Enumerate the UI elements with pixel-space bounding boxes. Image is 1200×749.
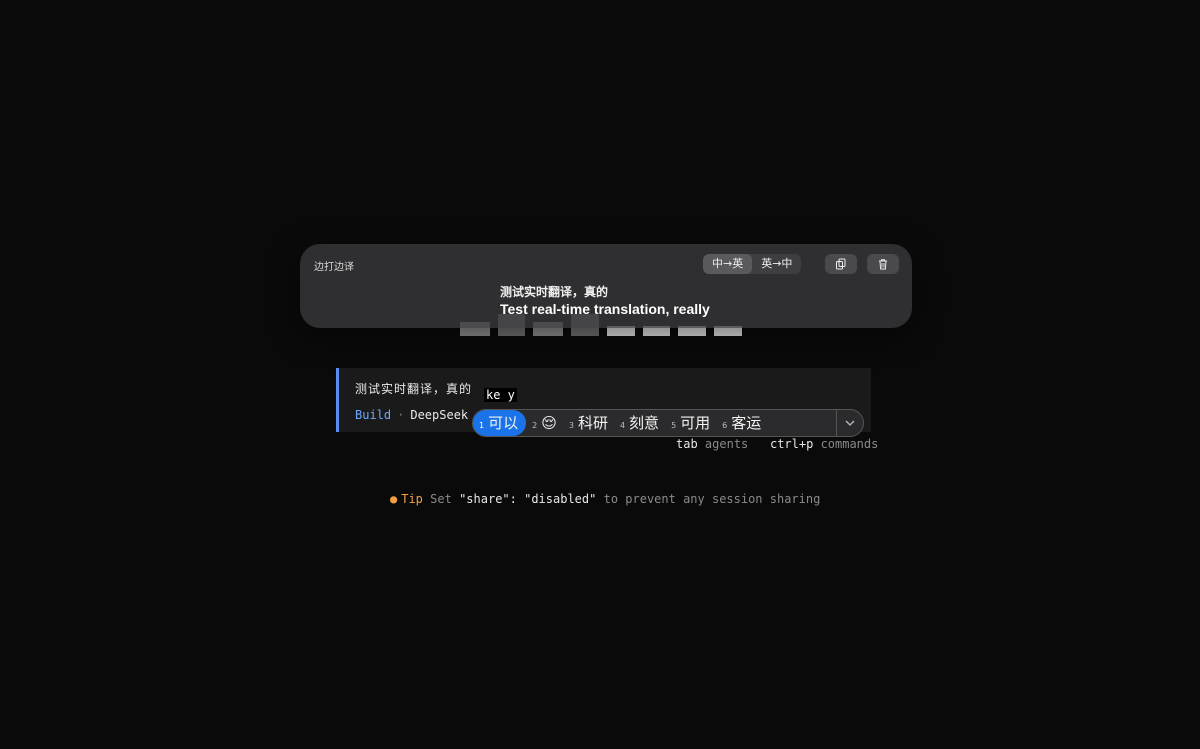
copy-button[interactable] bbox=[825, 254, 857, 274]
chevron-down-icon bbox=[845, 420, 855, 426]
panel-title: 边打边译 bbox=[314, 262, 354, 273]
tip-label: Tip bbox=[401, 492, 423, 506]
direction-en-zh[interactable]: 英→中 bbox=[752, 254, 801, 274]
translation-panel: 边打边译 中→英 英→中 测试实时翻译，真的 Test real-time tr… bbox=[300, 244, 912, 328]
tip-text-b: to prevent any session sharing bbox=[603, 492, 821, 506]
commands-label: commands bbox=[820, 437, 879, 451]
tip-code: "share": "disabled" bbox=[459, 492, 597, 506]
ime-candidate[interactable]: 1 可以 bbox=[473, 410, 527, 436]
ime-candidate[interactable]: 3 科研 bbox=[563, 410, 614, 436]
commands-key: ctrl+p bbox=[769, 437, 814, 451]
ime-candidate-bar: 1 可以 2 😌 3 科研 4 刻意 5 可用 6 客运 bbox=[472, 409, 864, 437]
tip-dot-icon: ● bbox=[390, 492, 398, 506]
ime-candidate[interactable]: 5 可用 bbox=[665, 410, 716, 436]
candidate-number: 6 bbox=[722, 421, 728, 430]
trash-icon bbox=[879, 259, 887, 270]
candidate-text: 刻意 bbox=[629, 414, 660, 432]
candidate-number: 3 bbox=[568, 421, 574, 430]
candidate-number: 4 bbox=[619, 421, 626, 430]
direction-zh-en[interactable]: 中→英 bbox=[703, 254, 753, 274]
mode-row: Build · DeepSeek bbox=[355, 408, 468, 422]
candidate-text: 可以 bbox=[488, 414, 519, 432]
candidate-text: 科研 bbox=[577, 414, 608, 432]
candidate-text: 可用 bbox=[680, 414, 711, 432]
prompt-text: 测试实时翻译，真的 bbox=[355, 382, 473, 396]
screen: 边打边译 中→英 英→中 测试实时翻译，真的 Test real-time tr… bbox=[0, 0, 1200, 749]
delete-button[interactable] bbox=[867, 254, 899, 274]
candidate-text: 客运 bbox=[731, 414, 762, 432]
separator-dot: · bbox=[397, 408, 405, 422]
candidate-number: 5 bbox=[671, 421, 677, 430]
tip-text-a: Set bbox=[430, 492, 452, 506]
model-label[interactable]: DeepSeek bbox=[410, 408, 468, 422]
ime-candidate[interactable]: 4 刻意 bbox=[614, 410, 665, 436]
agents-label: agents bbox=[704, 437, 749, 451]
ime-candidate[interactable]: 2 😌 bbox=[526, 410, 563, 436]
ime-composing-text: ke y bbox=[484, 388, 517, 402]
copy-icon bbox=[836, 258, 846, 270]
agents-key: tab bbox=[676, 437, 698, 451]
source-text: 测试实时翻译，真的 bbox=[500, 285, 609, 299]
candidate-number: 2 bbox=[532, 421, 538, 430]
keyboard-hints: tab agents ctrl+p commands bbox=[676, 437, 878, 451]
candidate-number: 1 bbox=[479, 421, 485, 430]
tip-row: ● Tip Set "share": "disabled" to prevent … bbox=[390, 492, 820, 506]
candidate-emoji: 😌 bbox=[541, 414, 557, 432]
translated-text: Test real-time translation, really bbox=[500, 301, 710, 317]
ime-expand-button[interactable] bbox=[836, 410, 863, 436]
ime-candidate[interactable]: 6 客运 bbox=[716, 410, 767, 436]
direction-toggle[interactable]: 中→英 英→中 bbox=[703, 254, 802, 274]
mode-label[interactable]: Build bbox=[355, 408, 391, 422]
